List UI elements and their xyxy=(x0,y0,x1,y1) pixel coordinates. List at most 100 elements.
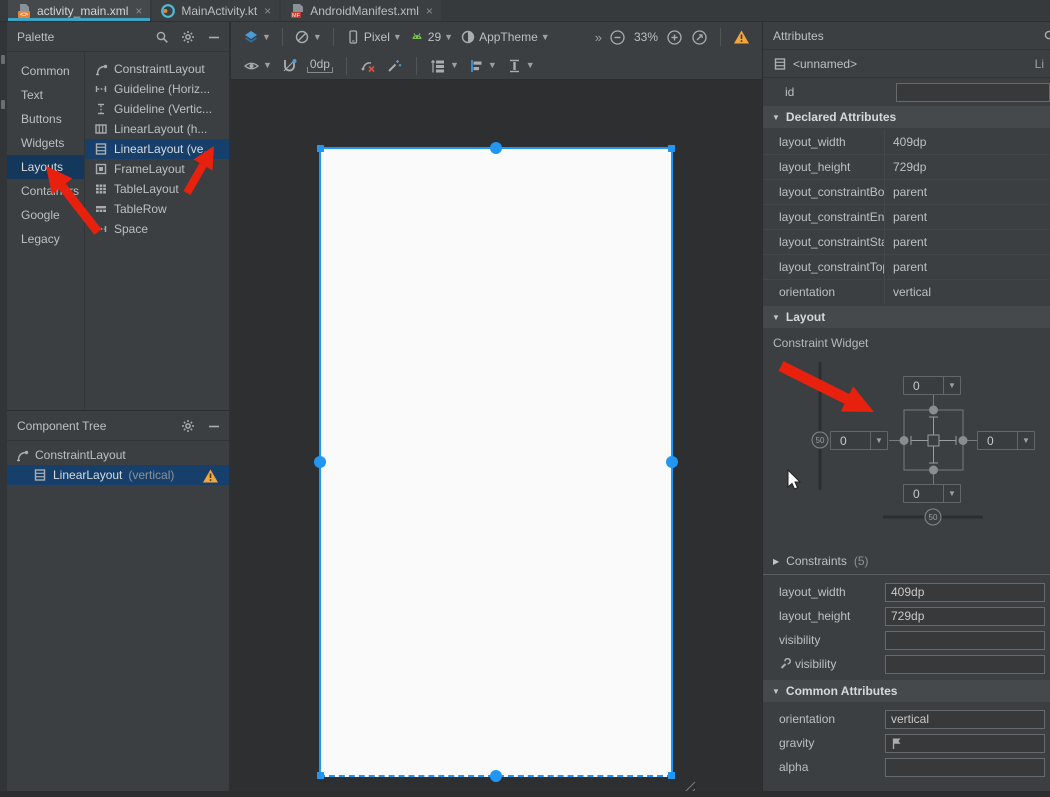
chevron-down-icon: ▼ xyxy=(444,33,453,42)
autoconnect-toggle[interactable] xyxy=(281,58,298,74)
resize-handle-bottom-left[interactable] xyxy=(317,772,324,779)
zoom-in-icon[interactable] xyxy=(666,29,683,46)
declared-attribute-row[interactable]: layout_constraintStart_tparent xyxy=(763,229,1050,254)
palette-item[interactable]: LinearLayout (h... xyxy=(85,119,229,139)
attribute-label: visibility xyxy=(763,633,885,647)
design-canvas[interactable] xyxy=(231,80,762,797)
pack-button[interactable]: ▼ xyxy=(430,58,459,74)
distribute-button[interactable]: ▼ xyxy=(506,58,535,74)
table-layout-icon xyxy=(94,182,108,196)
palette-category-containers[interactable]: Containers xyxy=(7,179,84,203)
palette-category-text[interactable]: Text xyxy=(7,83,84,107)
declared-attribute-row[interactable]: layout_constraintBottom_parent xyxy=(763,179,1050,204)
gear-icon[interactable] xyxy=(181,30,195,44)
palette-item[interactable]: ConstraintLayout xyxy=(85,59,229,79)
palette-item-label: LinearLayout (h... xyxy=(114,122,207,136)
selected-component-row[interactable]: <unnamed> Li xyxy=(763,50,1050,78)
attribute-value-input[interactable] xyxy=(885,631,1045,650)
palette-item-label: Guideline (Vertic... xyxy=(114,102,212,116)
palette-item-label: Guideline (Horiz... xyxy=(114,82,210,96)
constraint-anchor-bottom[interactable] xyxy=(490,770,502,782)
declared-attribute-row[interactable]: orientationvertical xyxy=(763,279,1050,304)
palette-item[interactable]: TableLayout xyxy=(85,179,229,199)
attribute-label: layout_width xyxy=(763,585,885,599)
zoom-out-icon[interactable] xyxy=(609,29,626,46)
gear-icon[interactable] xyxy=(181,419,195,433)
section-layout[interactable]: ▼ Layout xyxy=(763,306,1050,328)
attribute-value-input[interactable] xyxy=(885,758,1045,777)
attribute-value-input[interactable] xyxy=(885,655,1045,674)
chevron-down-icon: ▼ xyxy=(541,33,550,42)
palette-category-google[interactable]: Google xyxy=(7,203,84,227)
editor-tab[interactable]: MFAndroidManifest.xml× xyxy=(281,0,441,21)
margin-top-dropdown[interactable]: 0▼ xyxy=(903,376,961,395)
palette-item[interactable]: Space xyxy=(85,219,229,239)
view-mode-button[interactable]: ▼ xyxy=(243,29,271,45)
zoom-to-fit-icon[interactable] xyxy=(691,29,708,46)
device-icon xyxy=(345,29,361,45)
constraint-anchor-right[interactable] xyxy=(666,456,678,468)
margin-bottom-dropdown[interactable]: 0▼ xyxy=(903,484,961,503)
constraint-widget: 50 50 0▼ 0▼ 0▼ 0▼ xyxy=(763,352,1050,548)
component-tree-item[interactable]: LinearLayout(vertical) xyxy=(7,465,229,485)
id-input[interactable] xyxy=(896,83,1050,102)
toolbar-overflow-icon[interactable]: » xyxy=(595,30,601,45)
declared-attribute-row[interactable]: layout_constraintEnd_toparent xyxy=(763,204,1050,229)
palette-item[interactable]: Guideline (Vertic... xyxy=(85,99,229,119)
warning-icon[interactable] xyxy=(733,29,750,45)
palette-item[interactable]: FrameLayout xyxy=(85,159,229,179)
section-common-attributes[interactable]: ▼ Common Attributes xyxy=(763,680,1050,702)
section-constraints[interactable]: ▶ Constraints (5) xyxy=(763,550,1050,572)
theme-selector[interactable]: AppTheme▼ xyxy=(460,29,550,45)
constraints-count: (5) xyxy=(854,554,869,568)
palette-item[interactable]: Guideline (Horiz... xyxy=(85,79,229,99)
search-icon[interactable] xyxy=(155,30,169,44)
infer-constraints-button[interactable] xyxy=(386,58,403,74)
design-artboard-linearlayout[interactable] xyxy=(319,147,673,777)
palette-item[interactable]: LinearLayout (ve... xyxy=(85,139,229,159)
attribute-label: alpha xyxy=(763,760,885,774)
constraint-anchor-left[interactable] xyxy=(314,456,326,468)
search-icon[interactable] xyxy=(1043,29,1050,43)
clear-constraints-icon xyxy=(360,58,377,74)
declared-attribute-row[interactable]: layout_constraintTop_toparent xyxy=(763,254,1050,279)
api-level-selector[interactable]: 29▼ xyxy=(409,29,453,45)
align-button[interactable]: ▼ xyxy=(468,58,497,74)
palette-category-common[interactable]: Common xyxy=(7,59,84,83)
palette-category-widgets[interactable]: Widgets xyxy=(7,131,84,155)
palette-category-buttons[interactable]: Buttons xyxy=(7,107,84,131)
attribute-value-input[interactable]: 729dp xyxy=(885,607,1045,626)
attribute-value-input[interactable] xyxy=(885,734,1045,753)
attribute-value: parent xyxy=(885,260,927,274)
attribute-value-input[interactable]: vertical xyxy=(885,710,1045,729)
palette-category-legacy[interactable]: Legacy xyxy=(7,227,84,251)
device-selector[interactable]: Pixel▼ xyxy=(345,29,402,45)
api-level-label: 29 xyxy=(428,30,441,44)
attribute-value-input[interactable]: 409dp xyxy=(885,583,1045,602)
orientation-button[interactable]: ▼ xyxy=(294,29,322,45)
editor-tab[interactable]: <>activity_main.xml× xyxy=(8,0,150,21)
minimize-icon[interactable] xyxy=(207,30,221,44)
view-options-button[interactable]: ▼ xyxy=(243,59,272,73)
constraint-anchor-top[interactable] xyxy=(490,142,502,154)
palette-item[interactable]: TableRow xyxy=(85,199,229,219)
minimize-icon[interactable] xyxy=(207,419,221,433)
theme-label: AppTheme xyxy=(479,30,538,44)
section-declared-attributes[interactable]: ▼ Declared Attributes xyxy=(763,106,1050,128)
resize-handle-top-left[interactable] xyxy=(317,145,324,152)
margin-left-dropdown[interactable]: 0▼ xyxy=(830,431,888,450)
declared-attribute-row[interactable]: layout_height729dp xyxy=(763,154,1050,179)
component-tree-item[interactable]: ConstraintLayout xyxy=(7,445,229,465)
resize-handle-top-right[interactable] xyxy=(668,145,675,152)
default-margin-control[interactable]: 0dp xyxy=(307,58,333,73)
tab-close-icon[interactable]: × xyxy=(264,4,271,18)
declared-attribute-row[interactable]: layout_width409dp xyxy=(763,130,1050,154)
resize-handle-bottom-right[interactable] xyxy=(668,772,675,779)
chevron-down-icon: ▼ xyxy=(393,33,402,42)
editor-tab[interactable]: MainActivity.kt× xyxy=(152,0,279,21)
margin-right-dropdown[interactable]: 0▼ xyxy=(977,431,1035,450)
palette-category-layouts[interactable]: Layouts xyxy=(7,155,84,179)
clear-constraints-button[interactable] xyxy=(360,58,377,74)
tab-close-icon[interactable]: × xyxy=(426,4,433,18)
tab-close-icon[interactable]: × xyxy=(135,4,142,18)
